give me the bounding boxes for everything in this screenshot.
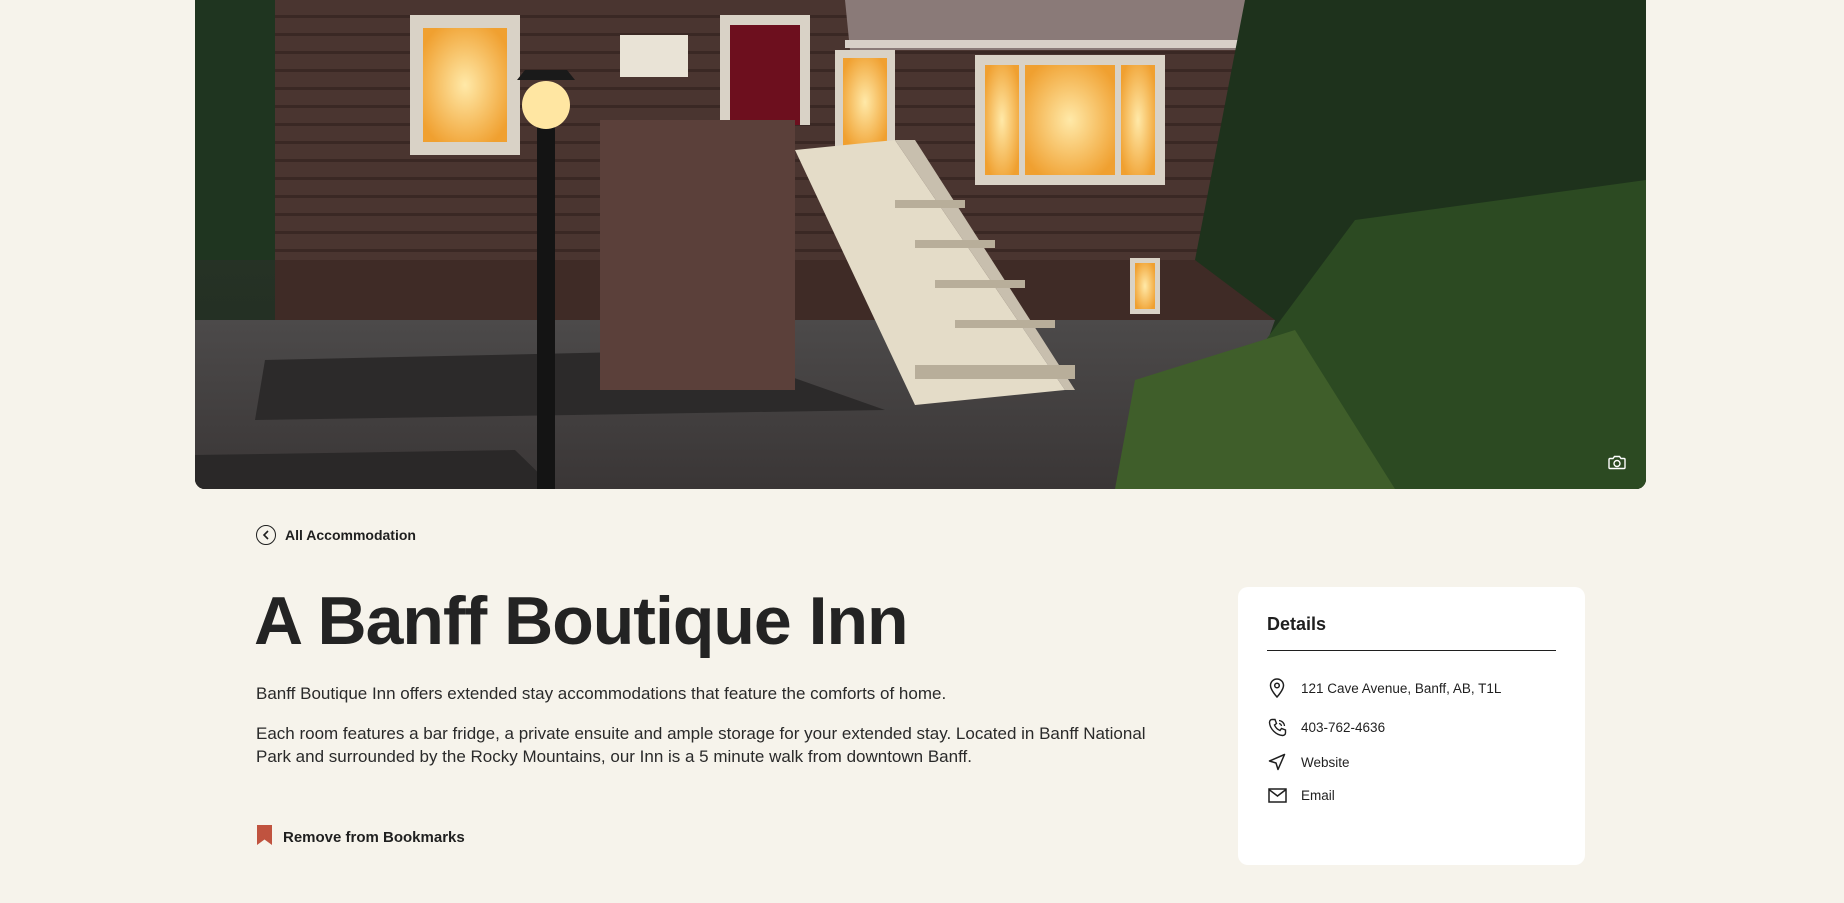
remove-bookmark-button[interactable]: Remove from Bookmarks <box>256 824 465 850</box>
phone-link[interactable]: 403-762-4636 <box>1301 720 1385 735</box>
all-accommodation-link[interactable]: All Accommodation <box>256 525 416 545</box>
website-link[interactable]: Website <box>1301 755 1350 770</box>
all-accommodation-label: All Accommodation <box>285 527 416 543</box>
bookmark-icon <box>256 824 273 850</box>
address-row: 121 Cave Avenue, Banff, AB, T1L <box>1267 677 1556 699</box>
phone-row[interactable]: 403-762-4636 <box>1267 716 1556 738</box>
details-heading: Details <box>1267 614 1556 651</box>
hero-illustration <box>195 0 1646 489</box>
address-text: 121 Cave Avenue, Banff, AB, T1L <box>1301 680 1502 696</box>
navigation-arrow-icon <box>1267 752 1287 772</box>
camera-icon[interactable] <box>1606 453 1628 471</box>
description-paragraph: Each room features a bar fridge, a priva… <box>256 724 1146 766</box>
details-card: Details 121 Cave Avenue, Banff, AB, T1L … <box>1238 587 1585 865</box>
chevron-left-circle-icon <box>256 525 276 545</box>
email-link[interactable]: Email <box>1301 788 1335 803</box>
location-pin-icon <box>1267 678 1287 698</box>
email-row[interactable]: Email <box>1267 784 1556 806</box>
description-paragraph: Banff Boutique Inn offers extended stay … <box>256 684 947 703</box>
page-title: A Banff Boutique Inn <box>254 583 909 659</box>
website-row[interactable]: Website <box>1267 751 1556 773</box>
hero-image <box>195 0 1646 489</box>
listing-description: Banff Boutique Inn offers extended stay … <box>256 682 1166 785</box>
phone-icon <box>1267 717 1287 737</box>
envelope-icon <box>1267 785 1287 805</box>
remove-bookmark-label: Remove from Bookmarks <box>283 828 465 846</box>
